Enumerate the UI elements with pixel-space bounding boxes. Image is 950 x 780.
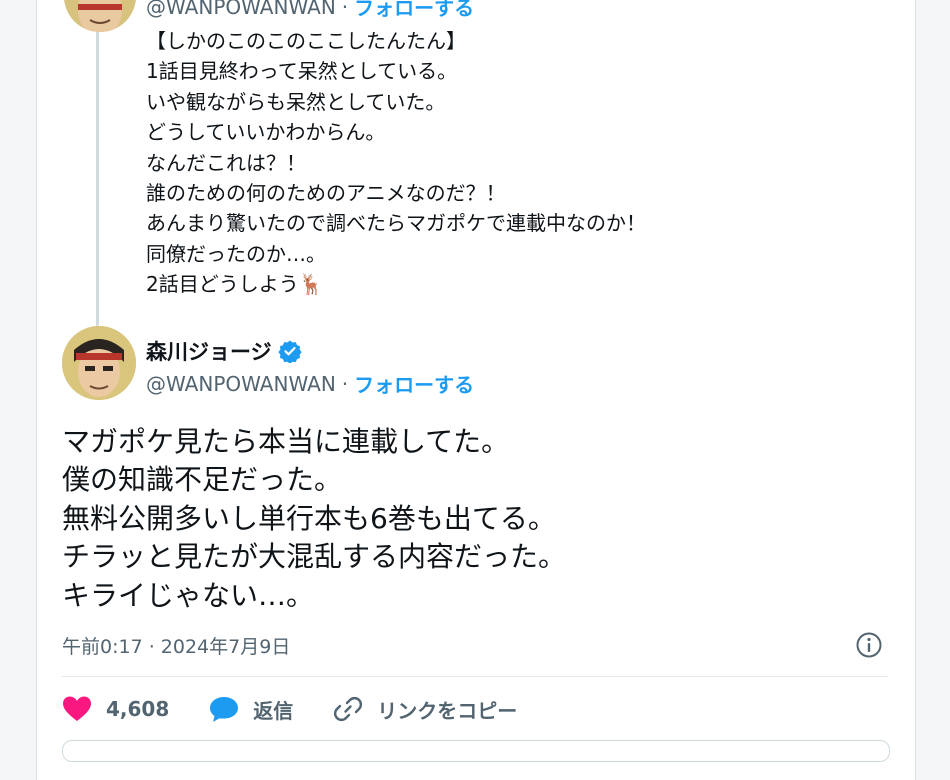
text-line: 誰のための何のためのアニメなのだ？！ (146, 181, 506, 206)
follow-button[interactable]: フォローする (354, 369, 474, 398)
text-line: 1話目見終わって呆然としている。 (146, 59, 458, 84)
author-handle-row: @WANPOWANWAN · フォローする (146, 369, 474, 398)
tweet-text: マガポケ見たら本当に連載してた。 僕の知識不足だった。 無料公開多いし単行本も6… (62, 423, 882, 615)
text-line: チラッと見たが大混乱する内容だった。 (62, 540, 567, 574)
text-line: どうしていいかわからん。 (146, 120, 386, 145)
author-name-row: 森川ジョージ (146, 336, 302, 366)
text-line: あんまり驚いたので調べたらマガポケで連載中なのか！ (146, 211, 646, 236)
text-line: 【しかのこのこのここしたんたん】 (146, 29, 466, 53)
separator-dot: · (341, 371, 349, 396)
like-button[interactable]: 4,608 (62, 695, 169, 723)
like-count: 4,608 (106, 697, 170, 721)
read-replies-bar[interactable] (62, 740, 890, 762)
text-line: 同僚だったのか…。 (146, 241, 326, 266)
separator-dot: · (341, 0, 349, 19)
reply-label: 返信 (253, 698, 294, 723)
copy-link-button[interactable]: リンクをコピー (333, 694, 517, 724)
text-line: 無料公開多いし単行本も6巻も出てる。 (62, 501, 556, 535)
quoted-tweet-text: 【しかのこのこのここしたんたん】 1話目見終わって呆然としている。 いや観ながら… (146, 26, 846, 300)
display-name[interactable]: 森川ジョージ (146, 336, 272, 366)
text-line: キライじゃない…。 (62, 578, 315, 612)
avatar[interactable] (62, 326, 136, 400)
link-icon (334, 696, 363, 722)
text-line: 2話目どうしよう🦌 (146, 272, 324, 297)
text-line: いや観ながらも呆然としていた。 (146, 89, 446, 114)
author-handle[interactable]: @WANPOWANWAN (146, 372, 336, 396)
quoted-handle[interactable]: @WANPOWANWAN (146, 0, 336, 19)
reply-button[interactable]: 返信 (209, 695, 293, 724)
thread-line (96, 30, 99, 326)
text-line: マガポケ見たら本当に連載してた。 (62, 425, 510, 458)
verified-badge-icon (277, 340, 302, 363)
divider (62, 676, 888, 677)
info-icon[interactable] (854, 630, 884, 660)
quoted-handle-row: @WANPOWANWAN · フォローする (146, 0, 474, 21)
heart-icon (63, 696, 91, 721)
text-line: 僕の知識不足だった。 (62, 463, 343, 497)
follow-button[interactable]: フォローする (354, 0, 474, 21)
copy-link-label: リンクをコピー (377, 698, 518, 723)
action-bar: 4,608 返信 リンクをコピー (62, 694, 557, 724)
text-line: なんだこれは？！ (146, 150, 306, 175)
reply-bubble-icon (210, 697, 239, 722)
tweet-timestamp[interactable]: 午前0:17 · 2024年7月9日 (62, 632, 290, 659)
